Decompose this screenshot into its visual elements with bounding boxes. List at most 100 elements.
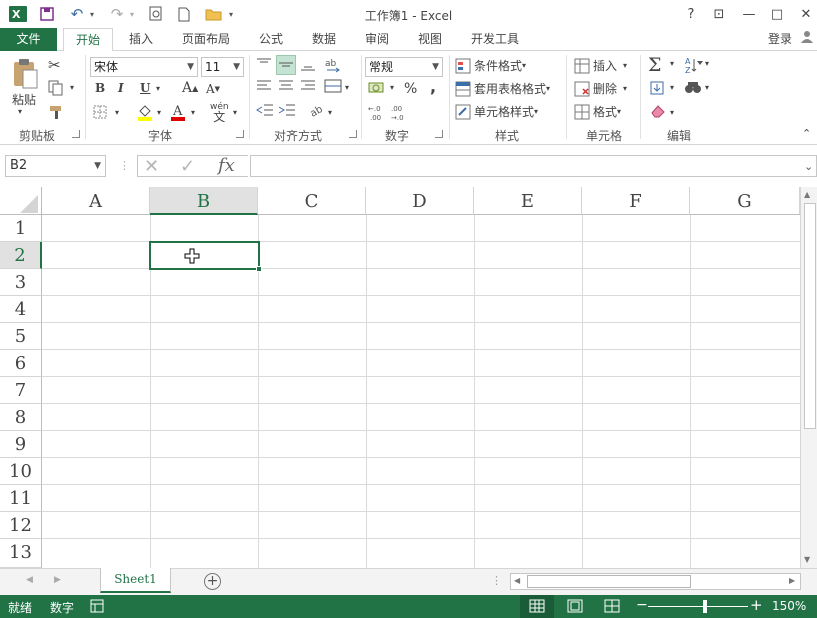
- phonetic-dropdown-icon[interactable]: ▾: [233, 108, 237, 117]
- row-header-6[interactable]: 6: [0, 350, 42, 377]
- row-header-13[interactable]: 13: [0, 539, 42, 568]
- paste-dropdown-icon[interactable]: ▾: [18, 107, 22, 116]
- font-color-dropdown-icon[interactable]: ▾: [191, 108, 195, 117]
- wrap-text-icon[interactable]: [324, 79, 342, 93]
- column-header-a[interactable]: A: [42, 187, 150, 215]
- tab-view[interactable]: 视图: [411, 28, 449, 51]
- underline-dropdown-icon[interactable]: ▾: [156, 84, 160, 93]
- fill-color-dropdown-icon[interactable]: ▾: [157, 108, 161, 117]
- column-header-e[interactable]: E: [474, 187, 582, 215]
- horizontal-scrollbar[interactable]: ◀ ▶: [510, 573, 801, 590]
- expand-formula-bar-icon[interactable]: ⌄: [804, 160, 813, 173]
- next-sheet-icon[interactable]: ▶: [54, 575, 61, 585]
- clear-dropdown-icon[interactable]: ▾: [670, 108, 674, 117]
- help-button[interactable]: ?: [680, 4, 702, 24]
- row-header-4[interactable]: 4: [0, 296, 42, 323]
- tab-review[interactable]: 审阅: [358, 28, 396, 51]
- row-header-5[interactable]: 5: [0, 323, 42, 350]
- format-cells-button[interactable]: 格式 ▾: [574, 103, 621, 120]
- bold-button[interactable]: B: [95, 81, 105, 95]
- prev-sheet-icon[interactable]: ◀: [26, 575, 33, 585]
- sort-filter-dropdown-icon[interactable]: ▾: [705, 59, 709, 68]
- row-header-3[interactable]: 3: [0, 269, 42, 296]
- row-header-2[interactable]: 2: [0, 242, 42, 269]
- zoom-in-button[interactable]: +: [750, 596, 763, 614]
- column-header-c[interactable]: C: [258, 187, 366, 215]
- cancel-button[interactable]: ✕: [144, 156, 159, 177]
- select-all-button[interactable]: [0, 187, 42, 215]
- cell-styles-button[interactable]: 单元格样式 ▾: [455, 103, 538, 120]
- currency-dropdown-icon[interactable]: ▾: [390, 83, 394, 92]
- alignment-launcher-icon[interactable]: [349, 130, 357, 138]
- collapse-ribbon-icon[interactable]: ⌃: [802, 127, 811, 140]
- row-header-8[interactable]: 8: [0, 404, 42, 431]
- horizontal-scroll-thumb[interactable]: [527, 575, 691, 588]
- scroll-up-icon[interactable]: ▲: [804, 190, 810, 199]
- close-button[interactable]: ✕: [795, 4, 817, 24]
- decrease-indent-icon[interactable]: [256, 104, 274, 116]
- maximize-button[interactable]: □: [766, 4, 788, 24]
- clipboard-launcher-icon[interactable]: [72, 130, 80, 138]
- column-header-b[interactable]: B: [150, 187, 258, 215]
- tab-home[interactable]: 开始: [63, 28, 113, 52]
- fill-handle[interactable]: [256, 266, 262, 272]
- clear-icon[interactable]: [650, 104, 666, 118]
- percent-button[interactable]: %: [404, 81, 417, 97]
- find-select-icon[interactable]: [684, 80, 702, 96]
- align-right-icon[interactable]: [300, 80, 316, 92]
- decrease-font-button[interactable]: A ▼: [206, 82, 220, 96]
- zoom-slider-thumb[interactable]: [703, 600, 707, 613]
- comma-button[interactable]: ,: [430, 77, 436, 96]
- merge-dropdown-icon[interactable]: ▾: [345, 83, 349, 92]
- tab-page-layout[interactable]: 页面布局: [176, 28, 236, 51]
- font-name-combo[interactable]: 宋体 ▼: [90, 57, 198, 77]
- column-header-d[interactable]: D: [366, 187, 474, 215]
- row-header-7[interactable]: 7: [0, 377, 42, 404]
- row-header-11[interactable]: 11: [0, 485, 42, 512]
- scroll-left-icon[interactable]: ◀: [514, 576, 520, 585]
- vertical-scroll-thumb[interactable]: [804, 203, 816, 429]
- scroll-right-icon[interactable]: ▶: [789, 576, 795, 585]
- copy-icon[interactable]: [48, 80, 64, 96]
- tab-developer[interactable]: 开发工具: [466, 28, 524, 51]
- normal-view-button[interactable]: [520, 595, 554, 618]
- ribbon-display-options-button[interactable]: ⊡: [708, 4, 730, 24]
- sort-filter-icon[interactable]: AZ: [684, 56, 704, 74]
- increase-font-button[interactable]: A ▲: [182, 80, 198, 96]
- decrease-decimal-icon[interactable]: .00 →.0: [391, 103, 411, 121]
- tab-file[interactable]: 文件: [0, 28, 57, 51]
- fill-icon[interactable]: [650, 81, 664, 95]
- tab-split-grip-icon[interactable]: ⋮: [491, 574, 502, 587]
- page-break-view-icon[interactable]: [604, 599, 620, 616]
- formula-input[interactable]: [250, 155, 817, 177]
- zoom-out-button[interactable]: −: [636, 597, 648, 613]
- tab-data[interactable]: 数据: [305, 28, 343, 51]
- tab-insert[interactable]: 插入: [122, 28, 160, 51]
- vertical-scrollbar[interactable]: ▲ ▼: [800, 187, 817, 568]
- sheet-tab-sheet1[interactable]: Sheet1: [100, 568, 171, 593]
- italic-button[interactable]: I: [118, 81, 124, 95]
- new-sheet-icon[interactable]: +: [204, 573, 221, 590]
- macro-record-icon[interactable]: [90, 599, 104, 616]
- increase-decimal-icon[interactable]: ←.0.00: [368, 103, 388, 121]
- paste-icon[interactable]: [10, 57, 40, 91]
- align-middle-icon[interactable]: [276, 55, 296, 75]
- phonetic-button[interactable]: wén 文: [210, 102, 229, 123]
- font-launcher-icon[interactable]: [236, 130, 244, 138]
- format-as-table-button[interactable]: 套用表格格式 ▾: [455, 80, 550, 97]
- tab-formulas[interactable]: 公式: [252, 28, 290, 51]
- row-header-9[interactable]: 9: [0, 431, 42, 458]
- align-center-icon[interactable]: [278, 80, 294, 92]
- signin-link[interactable]: 登录: [763, 28, 797, 51]
- find-select-dropdown-icon[interactable]: ▾: [705, 83, 709, 92]
- paste-button[interactable]: 粘贴: [12, 91, 36, 108]
- autosum-button[interactable]: Σ: [648, 54, 661, 76]
- scroll-down-icon[interactable]: ▼: [804, 555, 810, 564]
- enter-button[interactable]: ✓: [180, 156, 195, 177]
- insert-cells-button[interactable]: 插入 ▾: [574, 57, 627, 74]
- fill-dropdown-icon[interactable]: ▾: [670, 83, 674, 92]
- page-layout-view-icon[interactable]: [567, 599, 583, 616]
- align-top-icon[interactable]: [256, 57, 272, 71]
- number-launcher-icon[interactable]: [435, 130, 443, 138]
- autosum-dropdown-icon[interactable]: ▾: [670, 59, 674, 68]
